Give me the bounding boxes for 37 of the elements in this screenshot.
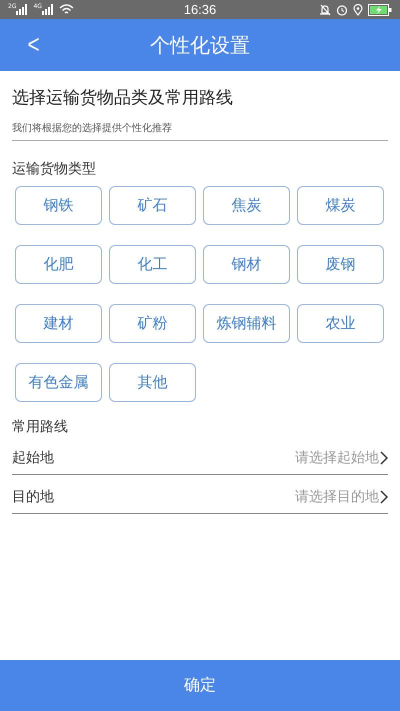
battery-icon [368, 4, 392, 16]
cargo-option[interactable]: 废钢 [297, 245, 384, 284]
signal-icon [16, 4, 28, 15]
status-time: 16:36 [184, 2, 216, 17]
cargo-option[interactable]: 矿石 [109, 186, 196, 225]
cargo-option[interactable]: 钢材 [203, 245, 290, 284]
location-icon [352, 4, 363, 16]
section-label: 常用路线 [12, 418, 69, 436]
route-field[interactable]: 起始地 请选择起始地 [12, 442, 388, 475]
cargo-option[interactable]: 煤炭 [297, 186, 384, 225]
subtitle-text: 我们将根据您的选择提供个性化推荐 [12, 121, 388, 141]
page-title: 个性化设置 [150, 32, 250, 58]
cargo-option[interactable]: 农业 [297, 304, 384, 343]
cargo-option[interactable]: 建材 [15, 304, 102, 343]
cargo-option[interactable]: 化工 [109, 245, 196, 284]
wifi-icon [58, 4, 74, 15]
cargo-option[interactable]: 钢铁 [15, 186, 102, 225]
cargo-option[interactable]: 其他 [109, 363, 196, 402]
signal-icon [42, 4, 54, 15]
back-button[interactable]: < [24, 29, 43, 60]
alarm-icon [336, 4, 348, 16]
section-heading: 选择运输货物品类及常用路线 [12, 87, 234, 109]
field-label: 起始地 [12, 449, 54, 467]
cargo-option[interactable]: 矿粉 [109, 304, 196, 343]
cargo-option[interactable]: 炼钢辅料 [203, 304, 290, 343]
section-label: 运输货物类型 [12, 160, 97, 178]
cargo-option[interactable]: 焦炭 [203, 186, 290, 225]
field-label: 目的地 [12, 488, 54, 506]
chevron-icon [380, 451, 388, 465]
field-placeholder: 请选择目的地 [295, 488, 379, 506]
cargo-option[interactable]: 化肥 [15, 245, 102, 284]
cargo-option[interactable]: 有色金属 [15, 363, 102, 402]
route-field[interactable]: 目的地 请选择目的地 [12, 481, 388, 514]
bell-off-icon [318, 4, 331, 16]
field-placeholder: 请选择起始地 [295, 449, 379, 467]
chevron-icon [380, 490, 388, 504]
confirm-button[interactable]: 确定 [0, 660, 400, 711]
